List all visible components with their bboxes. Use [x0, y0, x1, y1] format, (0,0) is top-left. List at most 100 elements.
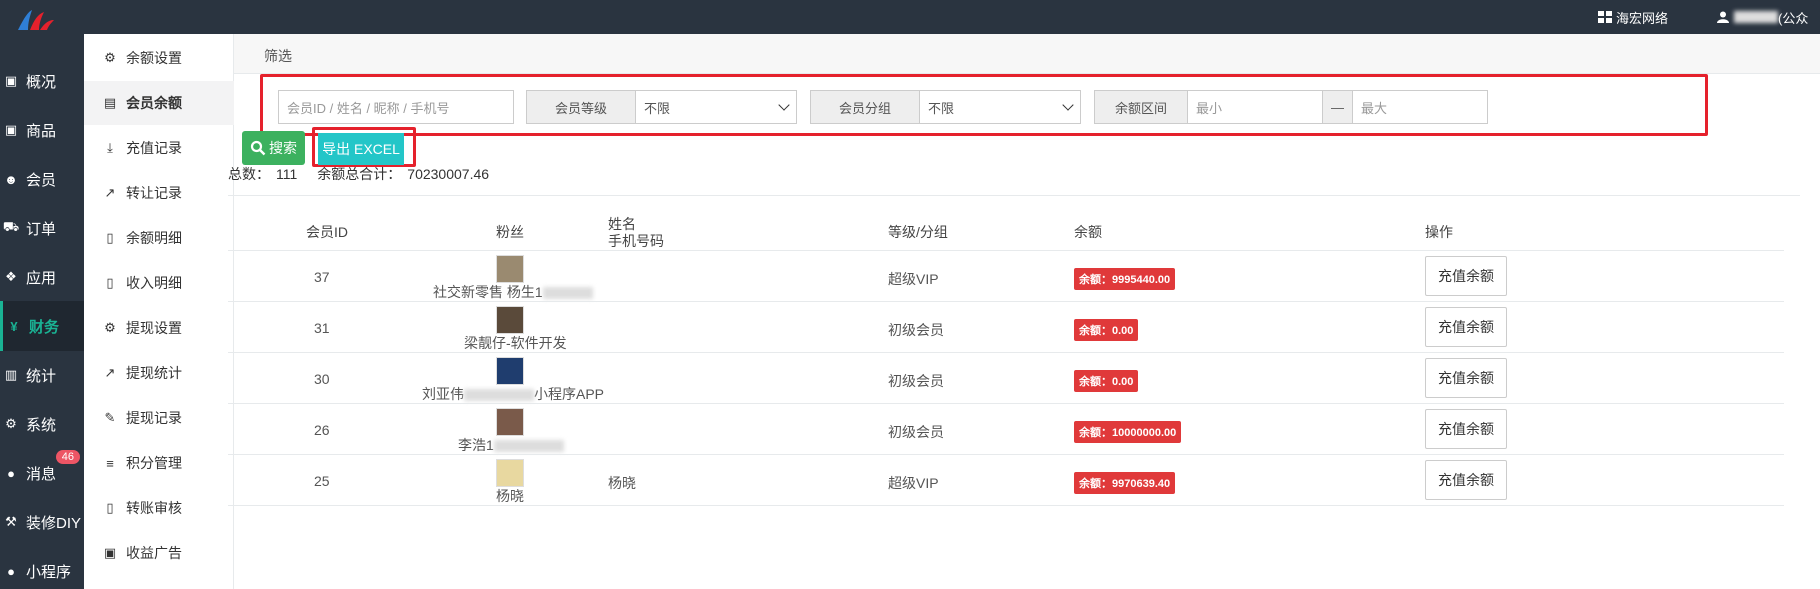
subnav-item-withdraw-stats[interactable]: ↗ 提现统计	[84, 351, 234, 395]
member-id: 30	[314, 371, 330, 387]
recharge-balance-button[interactable]: 充值余额	[1425, 307, 1507, 347]
row-divider	[228, 250, 1784, 251]
total-label: 总数：	[228, 166, 270, 182]
balance-badge: 余额：9995440.00	[1074, 268, 1176, 290]
user-icon	[1717, 11, 1729, 23]
group-select[interactable]: 不限	[919, 90, 1081, 124]
balance-badge: 余额：0.00	[1074, 319, 1139, 341]
subnav-item-withdraw-records[interactable]: ✎ 提现记录	[84, 396, 234, 440]
grid-icon	[1598, 11, 1612, 23]
brand-logo[interactable]	[14, 8, 56, 34]
image-icon: ▣	[103, 545, 117, 560]
subnav-item-transfer-review[interactable]: ▯ 转账审核	[84, 486, 234, 530]
avatar	[496, 357, 524, 385]
nav-item-miniapp[interactable]: ● 小程序	[0, 546, 84, 589]
nav-item-system[interactable]: ⚙ 系统	[0, 399, 84, 449]
fan-name: 李浩1	[458, 435, 564, 455]
users-icon: ☻	[4, 171, 18, 187]
summary: 总数： 111 余额总合计： 70230007.46	[228, 164, 495, 184]
chevron-down-icon	[778, 99, 790, 111]
subnav-item-revenue-ads[interactable]: ▣ 收益广告	[84, 531, 234, 575]
product-icon: ▣	[4, 122, 18, 137]
nav-item-overview[interactable]: ▣ 概况	[0, 56, 84, 106]
balance-badge: 余额：10000000.00	[1074, 421, 1182, 443]
pencil-icon: ✎	[104, 410, 116, 425]
chat-icon: ●	[7, 465, 15, 481]
row-divider	[228, 505, 1784, 506]
range-separator: —	[1322, 90, 1353, 124]
org-name: 海宏网络	[1616, 10, 1669, 26]
subnav-item-recharge-records[interactable]: ⤓ 充值记录	[84, 126, 234, 170]
subnav-item-balance-settings[interactable]: ⚙ 余额设置	[84, 36, 234, 80]
subnav-item-income-details[interactable]: ▯ 收入明细	[84, 261, 234, 305]
member-level: 初级会员	[888, 373, 944, 389]
file-icon: ▯	[106, 275, 114, 290]
avatar	[496, 255, 524, 283]
member-id: 37	[314, 269, 330, 285]
user-name-suffix: (公众	[1778, 10, 1809, 26]
nav-item-finance[interactable]: ¥ 财务	[0, 301, 84, 351]
subnav-item-transfer-records[interactable]: ↗ 转让记录	[84, 171, 234, 215]
yen-icon: ¥	[10, 318, 18, 334]
balance-badge: 余额：0.00	[1074, 370, 1139, 392]
line-chart-icon: ↗	[104, 365, 116, 380]
gears-icon: ⚙	[5, 416, 17, 431]
external-link-icon: ↗	[104, 185, 116, 200]
nav-item-apps[interactable]: ❖ 应用	[0, 252, 84, 302]
col-header-phone: 手机号码	[608, 233, 664, 249]
org-switcher[interactable]: 海宏网络	[1598, 0, 1668, 34]
member-id: 26	[314, 422, 330, 438]
finance-subnav: ⚙ 余额设置 ▤ 会员余额 ⤓ 充值记录 ↗ 转让记录 ▯ 余额明细 ▯ 收入明细 ⚙ 提现设…	[84, 34, 234, 589]
recharge-balance-button[interactable]: 充值余额	[1425, 358, 1507, 398]
nav-item-members[interactable]: ☻ 会员	[0, 154, 84, 204]
nav-item-diy[interactable]: ⚒ 装修DIY	[0, 497, 84, 547]
database-icon: ≡	[106, 455, 114, 471]
min-balance-input[interactable]: 最小	[1187, 90, 1323, 124]
sum-value: 70230007.46	[407, 166, 490, 182]
nav-item-messages[interactable]: ● 消息 46	[0, 448, 84, 498]
col-header-fans: 粉丝	[496, 224, 524, 240]
max-balance-input[interactable]: 最大	[1352, 90, 1488, 124]
user-name-redacted	[1734, 11, 1778, 23]
nav-item-orders[interactable]: ⛟ 订单	[0, 203, 84, 253]
apps-icon: ❖	[5, 269, 17, 284]
phone-redacted	[542, 287, 593, 300]
member-level: 初级会员	[888, 322, 944, 338]
top-bar: 海宏网络 (公众	[0, 0, 1820, 34]
range-label: 余额区间	[1094, 90, 1188, 124]
search-button[interactable]: 搜索	[242, 131, 305, 165]
row-divider	[228, 352, 1784, 353]
chevron-down-icon	[1062, 99, 1074, 111]
col-header-level: 等级/分组	[888, 224, 948, 240]
balance-badge: 余额：9970639.40	[1074, 472, 1176, 494]
member-id: 25	[314, 473, 330, 489]
name-redacted	[464, 389, 534, 402]
total-value: 111	[276, 166, 298, 182]
book-icon: ▤	[103, 95, 117, 110]
col-header-action: 操作	[1425, 224, 1453, 240]
file-icon: ▯	[106, 500, 114, 515]
recharge-balance-button[interactable]: 充值余额	[1425, 409, 1507, 449]
level-select[interactable]: 不限	[635, 90, 797, 124]
filter-title: 筛选	[264, 48, 292, 64]
export-excel-button[interactable]: 导出 EXCEL	[318, 133, 404, 165]
user-menu[interactable]: (公众	[1716, 0, 1808, 34]
avatar	[496, 408, 524, 436]
download-icon: ⤓	[107, 140, 113, 155]
subnav-item-withdraw-settings[interactable]: ⚙ 提现设置	[84, 306, 234, 350]
sum-label: 余额总合计：	[317, 166, 402, 182]
nav-item-products[interactable]: ▣ 商品	[0, 105, 84, 155]
subnav-item-points[interactable]: ≡ 积分管理	[84, 441, 234, 485]
member-level: 超级VIP	[888, 271, 939, 287]
fan-name: 杨晓	[496, 488, 524, 504]
nav-item-stats[interactable]: ▥ 统计	[0, 350, 84, 400]
col-header-balance: 余额	[1074, 224, 1102, 240]
file-icon: ▯	[106, 230, 114, 245]
subnav-item-member-balance[interactable]: ▤ 会员余额	[84, 81, 234, 125]
subnav-item-balance-details[interactable]: ▯ 余额明细	[84, 216, 234, 260]
hammer-icon: ⚒	[5, 514, 17, 529]
recharge-balance-button[interactable]: 充值余额	[1425, 256, 1507, 296]
row-divider	[228, 454, 1784, 455]
recharge-balance-button[interactable]: 充值余额	[1425, 460, 1507, 500]
search-input[interactable]: 会员ID / 姓名 / 昵称 / 手机号	[278, 90, 514, 124]
